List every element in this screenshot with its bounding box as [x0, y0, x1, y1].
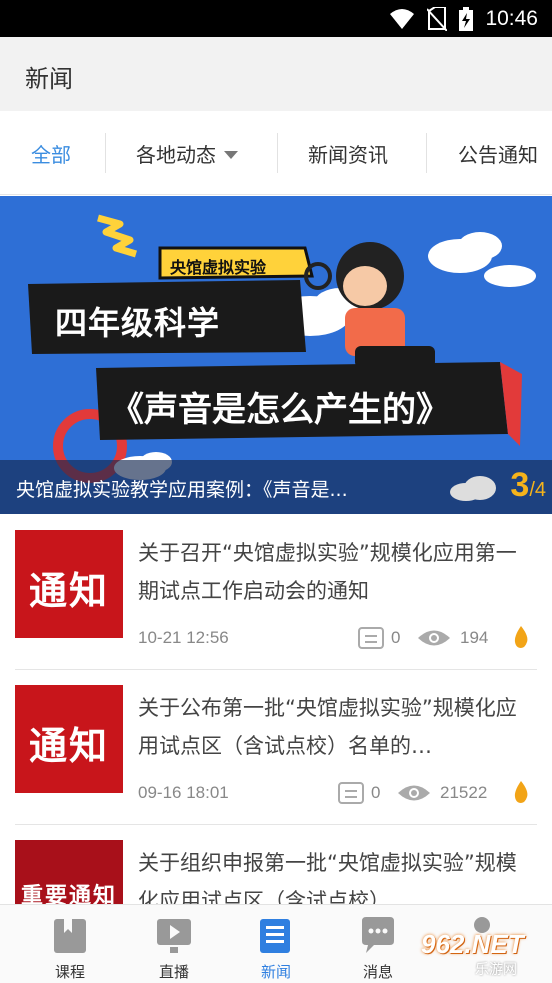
news-date: 09-16 18:01	[138, 783, 229, 802]
news-thumbnail: 通知	[15, 685, 123, 793]
tab-label: 新闻资讯	[308, 142, 388, 167]
thumbnail-text: 通知	[28, 724, 109, 768]
banner-caption-bar: 央馆虚拟实验教学应用案例：《声音是... 3/4	[0, 460, 552, 514]
news-title: 关于召开“央馆虚拟实验”规模化应用第一期试点工作启动会的通知	[138, 541, 517, 603]
page-title: 新闻	[25, 65, 73, 93]
caret-down-icon	[224, 150, 238, 159]
banner-subheading: 《声音是怎么产生的》	[110, 390, 450, 430]
tab-local-news[interactable]: 各地动态	[136, 111, 238, 194]
news-meta: 09-16 18:01 0 21522	[138, 781, 538, 807]
app-bar: 新闻	[0, 37, 552, 111]
no-sim-icon	[427, 7, 448, 31]
battery-charging-icon	[459, 7, 474, 31]
comment-count: 0	[391, 628, 401, 647]
book-icon	[54, 919, 86, 953]
nav-label: 消息	[362, 963, 393, 981]
news-date: 10-21 12:56	[138, 628, 229, 647]
tab-all[interactable]: 全部	[31, 111, 71, 194]
pager-total: /4	[529, 479, 546, 501]
banner-pager: 3/4	[510, 466, 546, 505]
banner-tag: 央馆虚拟实验	[170, 258, 267, 277]
news-icon	[260, 919, 290, 953]
nav-news[interactable]: 新闻	[226, 905, 326, 983]
tab-announcements[interactable]: 公告通知	[458, 111, 538, 194]
nav-courses[interactable]: 课程	[20, 905, 120, 983]
nav-messages[interactable]: 消息	[328, 905, 428, 983]
tab-divider	[105, 133, 106, 173]
tab-divider	[277, 133, 278, 173]
banner-caption: 央馆虚拟实验教学应用案例：《声音是...	[16, 479, 348, 501]
fire-icon	[514, 781, 528, 803]
eye-icon	[418, 630, 450, 646]
live-play-icon	[157, 919, 191, 953]
news-item[interactable]: 通知 关于召开“央馆虚拟实验”规模化应用第一期试点工作启动会的通知 10-21 …	[0, 514, 552, 669]
tab-label: 全部	[31, 142, 71, 167]
status-bar: 10:46	[0, 0, 552, 37]
news-item[interactable]: 通知 关于公布第一批“央馆虚拟实验”规模化应用试点区（含试点校）名单的… 09-…	[0, 669, 552, 824]
message-icon	[362, 917, 394, 953]
eye-icon	[398, 785, 430, 801]
watermark-text: 962.NET	[421, 929, 524, 959]
comment-icon	[358, 627, 384, 649]
banner-carousel[interactable]: 央馆虚拟实验 四年级科学 《声音是怎么产生的》 央馆虚拟实验教学应用案例：《声音…	[0, 196, 552, 514]
wifi-icon	[390, 9, 415, 29]
news-title: 关于公布第一批“央馆虚拟实验”规模化应用试点区（含试点校）名单的…	[138, 696, 517, 758]
category-tabs: 全部 各地动态 新闻资讯 公告通知	[0, 111, 552, 195]
tab-news-info[interactable]: 新闻资讯	[308, 111, 388, 194]
tab-label: 各地动态	[136, 142, 216, 167]
pager-current: 3	[510, 466, 530, 504]
banner-heading: 四年级科学	[55, 304, 221, 342]
thumbnail-text: 重要通知	[20, 884, 117, 904]
thumbnail-text: 通知	[28, 569, 109, 613]
news-title: 关于组织申报第一批“央馆虚拟实验”规模化应用试点区（含试点校）	[138, 851, 517, 904]
nav-live[interactable]: 直播	[124, 905, 224, 983]
view-count: 194	[460, 628, 489, 647]
news-list: 通知 关于召开“央馆虚拟实验”规模化应用第一期试点工作启动会的通知 10-21 …	[0, 514, 552, 904]
comment-icon	[338, 782, 364, 804]
cloud-icon	[450, 476, 496, 501]
news-thumbnail: 通知	[15, 530, 123, 638]
watermark-sub: 乐游网	[475, 962, 517, 978]
tab-label: 公告通知	[458, 142, 538, 167]
nav-label: 直播	[158, 963, 189, 981]
news-item[interactable]: 重要通知 关于组织申报第一批“央馆虚拟实验”规模化应用试点区（含试点校）	[0, 824, 552, 904]
nav-label: 新闻	[260, 963, 291, 981]
watermark-logo: 962.NET 乐游网	[415, 925, 550, 980]
news-thumbnail: 重要通知	[15, 840, 123, 904]
comment-count: 0	[371, 783, 381, 802]
clock: 10:46	[485, 7, 538, 30]
view-count: 21522	[440, 783, 488, 802]
fire-icon	[514, 626, 528, 648]
tab-divider	[426, 133, 427, 173]
nav-label: 课程	[54, 963, 85, 981]
news-meta: 10-21 12:56 0 194	[138, 626, 538, 652]
